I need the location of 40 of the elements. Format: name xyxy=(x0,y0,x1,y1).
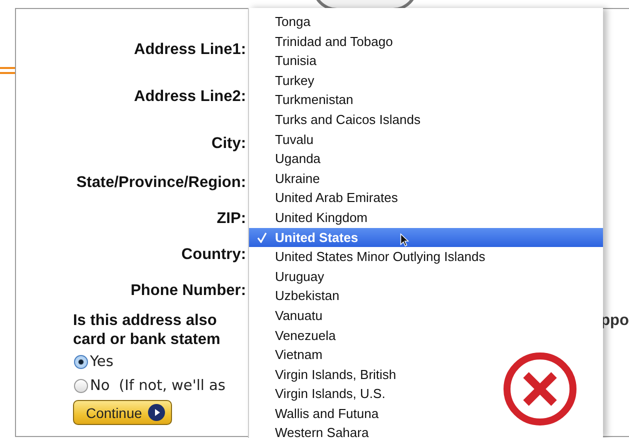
country-option[interactable]: United States Minor Outlying Islands xyxy=(249,247,603,267)
country-option[interactable]: Wallis and Futuna xyxy=(249,404,603,424)
country-option[interactable]: Tonga xyxy=(249,12,603,32)
question-text: Is this address also xyxy=(73,312,217,331)
country-option[interactable]: Uganda xyxy=(249,149,603,169)
equals-icon xyxy=(0,67,15,74)
radio-button[interactable] xyxy=(74,379,88,393)
country-option[interactable]: United Arab Emirates xyxy=(249,188,603,208)
country-option[interactable]: Tunisia xyxy=(249,51,603,71)
country-option[interactable]: Venezuela xyxy=(249,326,603,346)
field-label: Country: xyxy=(181,246,246,264)
country-option[interactable]: Vietnam xyxy=(249,345,603,365)
country-option[interactable]: Turkey xyxy=(249,70,603,90)
field-label: Address Line1: xyxy=(134,41,246,59)
field-label: State/Province/Region: xyxy=(76,174,246,192)
country-option[interactable]: Virgin Islands, U.S. xyxy=(249,384,603,404)
country-option[interactable]: Turkmenistan xyxy=(249,90,603,110)
country-option[interactable]: United States xyxy=(249,228,603,248)
country-option[interactable]: Virgin Islands, British xyxy=(249,364,603,384)
field-label: City: xyxy=(212,135,246,153)
country-option[interactable]: Vanuatu xyxy=(249,306,603,326)
play-icon xyxy=(148,404,166,421)
country-option[interactable]: Tuvalu xyxy=(249,130,603,150)
radio-label[interactable]: Yes xyxy=(90,354,114,370)
country-option[interactable]: United Kingdom xyxy=(249,208,603,228)
country-option[interactable]: Turks and Caicos Islands xyxy=(249,110,603,130)
question-text: card or bank statem xyxy=(73,331,220,350)
checkmark-icon xyxy=(257,232,267,243)
country-option[interactable]: Western Sahara xyxy=(249,423,603,438)
country-option[interactable]: Trinidad and Tobago xyxy=(249,32,603,52)
field-label: Phone Number: xyxy=(130,282,246,300)
country-option[interactable]: Ukraine xyxy=(249,168,603,188)
country-option[interactable]: Uzbekistan xyxy=(249,286,603,306)
country-option[interactable]: Uruguay xyxy=(249,266,603,286)
continue-button[interactable]: Continue xyxy=(73,400,172,425)
radio-label[interactable]: No (If not, we'll as xyxy=(90,378,226,394)
radio-button[interactable] xyxy=(74,355,88,369)
field-label: Address Line2: xyxy=(134,88,246,106)
field-label: ZIP: xyxy=(216,210,246,228)
mouse-pointer-icon xyxy=(400,233,409,247)
